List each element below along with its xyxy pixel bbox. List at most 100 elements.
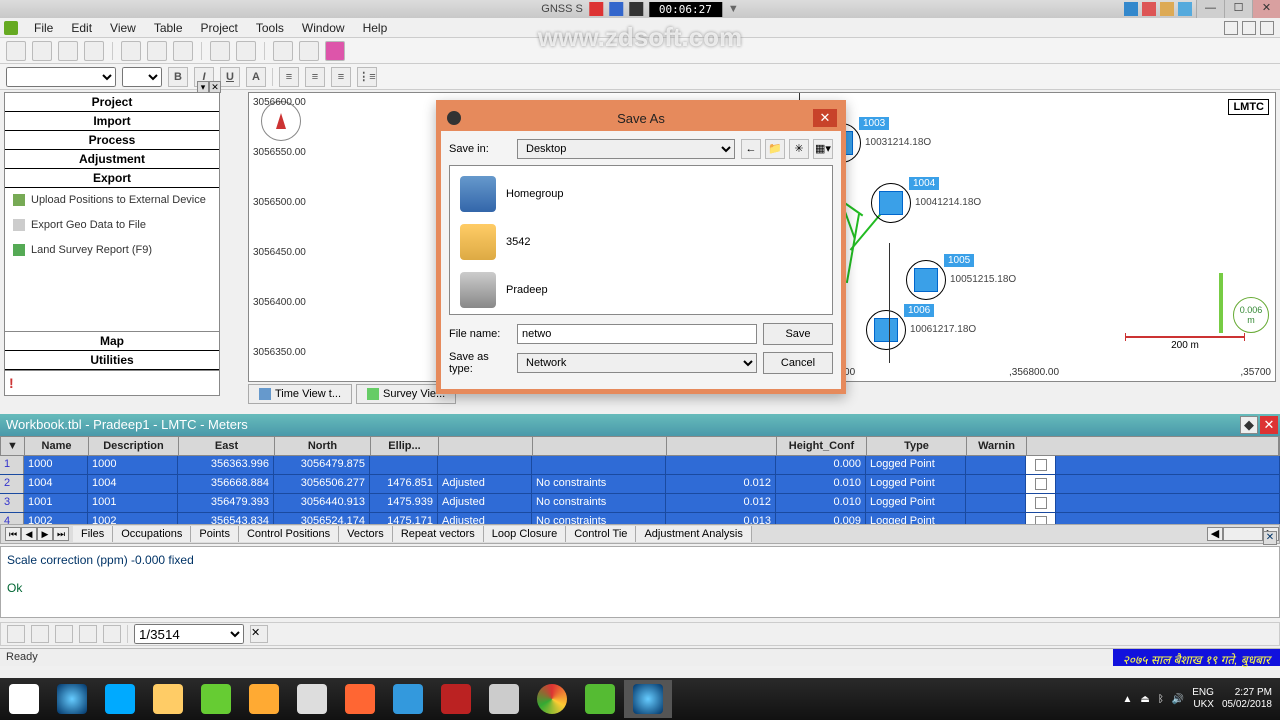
align-right-button[interactable]: ≡ [331, 67, 351, 87]
tray-bt-icon[interactable]: ᛒ [1158, 694, 1164, 705]
cut-button[interactable] [121, 41, 141, 61]
menu-window[interactable]: Window [294, 19, 353, 37]
bold-button[interactable]: B [168, 67, 188, 87]
sheet-tab[interactable]: Points [191, 526, 239, 542]
eraser-button[interactable] [325, 41, 345, 61]
sheet-tab[interactable]: Control Positions [239, 526, 339, 542]
taskbar-search[interactable] [48, 680, 96, 718]
tab-first-icon[interactable]: ⏮ [5, 527, 21, 541]
nav-up-icon[interactable]: 📁 [765, 139, 785, 159]
sidebar-pin-icon[interactable]: ▾ [197, 81, 209, 93]
pause-icon[interactable] [609, 2, 623, 16]
taskbar-app4[interactable] [384, 680, 432, 718]
table-row[interactable]: 110001000356363.9963056479.8750.000Logge… [0, 456, 1280, 475]
taskbar-uc[interactable] [336, 680, 384, 718]
taskbar-app6[interactable] [480, 680, 528, 718]
sidebar-close-icon[interactable]: ✕ [209, 81, 221, 93]
sidebar-item-report[interactable]: Land Survey Report (F9) [5, 238, 219, 263]
nav-back-icon[interactable]: ← [741, 139, 761, 159]
tray-vol-icon[interactable]: 🔊 [1172, 694, 1184, 705]
maximize-button[interactable]: ☐ [1224, 0, 1252, 18]
filename-input[interactable] [517, 324, 757, 344]
zoom-fit-button[interactable] [79, 625, 97, 643]
tray-up-icon[interactable]: ▲ [1122, 694, 1132, 705]
save-button[interactable] [58, 41, 78, 61]
save-button[interactable]: Save [763, 323, 833, 345]
camera-icon[interactable] [629, 2, 643, 16]
tab-last-icon[interactable]: ⏭ [53, 527, 69, 541]
nav-newfolder-icon[interactable]: ✳ [789, 139, 809, 159]
cancel-button[interactable]: Cancel [763, 352, 833, 374]
pan-button[interactable] [103, 625, 121, 643]
system-tray[interactable]: ▲ ⏏ ᛒ 🔊 ENGUKX 2:27 PM05/02/2018 [1122, 687, 1280, 711]
sheet-tab[interactable]: Loop Closure [484, 526, 566, 542]
node-1004[interactable]: 100410041214.18O [879, 191, 903, 215]
menu-edit[interactable]: Edit [63, 19, 100, 37]
list-item[interactable]: Homegroup [454, 170, 828, 218]
pointer-button[interactable] [7, 625, 25, 643]
list-button[interactable]: ⋮≡ [357, 67, 377, 87]
table-row[interactable]: 310011001356479.3933056440.9131475.939Ad… [0, 494, 1280, 513]
taskbar-explorer[interactable] [144, 680, 192, 718]
align-left-button[interactable]: ≡ [279, 67, 299, 87]
redo-button[interactable] [236, 41, 256, 61]
align-center-button[interactable]: ≡ [305, 67, 325, 87]
color-button[interactable]: A [246, 67, 266, 87]
sheet-tab[interactable]: Control Tie [566, 526, 636, 542]
underline-button[interactable]: U [220, 67, 240, 87]
file-list[interactable]: Homegroup 3542 Pradeep [449, 165, 833, 315]
tab-prev-icon[interactable]: ◀ [21, 527, 37, 541]
record-icon[interactable] [589, 2, 603, 16]
sheet-tab[interactable]: Files [73, 526, 113, 542]
zoom-clear-button[interactable]: ✕ [250, 625, 268, 643]
taskbar-active-app[interactable] [624, 680, 672, 718]
taskbar-app2[interactable] [240, 680, 288, 718]
new-button[interactable] [6, 41, 26, 61]
tool2-button[interactable] [299, 41, 319, 61]
sidebar-utilities[interactable]: Utilities [5, 351, 219, 370]
tab-next-icon[interactable]: ▶ [37, 527, 53, 541]
open-button[interactable] [32, 41, 52, 61]
list-item[interactable]: Pradeep [454, 266, 828, 314]
tab-time-view[interactable]: Time View t... [248, 384, 352, 404]
sidebar-map[interactable]: Map [5, 331, 219, 351]
minimize-button[interactable]: — [1196, 0, 1224, 18]
max-icon[interactable] [1242, 21, 1256, 35]
list-item[interactable]: 3542 [454, 218, 828, 266]
tray-usb-icon[interactable]: ⏏ [1140, 694, 1149, 705]
menu-view[interactable]: View [102, 19, 144, 37]
savein-select[interactable]: Desktop [517, 139, 735, 159]
sidebar-item-upload[interactable]: Upload Positions to External Device [5, 188, 219, 213]
dialog-titlebar[interactable]: Save As ✕ [441, 105, 841, 131]
size-select[interactable] [122, 67, 162, 87]
sheet-tab[interactable]: Repeat vectors [393, 526, 484, 542]
paste-button[interactable] [173, 41, 193, 61]
zoom-in-button[interactable] [31, 625, 49, 643]
saveall-button[interactable] [84, 41, 104, 61]
sidebar-project[interactable]: Project [5, 93, 219, 112]
font-select[interactable] [6, 67, 116, 87]
taskbar-app1[interactable] [192, 680, 240, 718]
taskbar-security[interactable] [96, 680, 144, 718]
sidebar-item-export-geo[interactable]: Export Geo Data to File [5, 213, 219, 238]
copy-button[interactable] [147, 41, 167, 61]
close-button[interactable]: ✕ [1252, 0, 1280, 18]
node-1006[interactable]: 100610061217.18O [874, 318, 898, 342]
nav-view-icon[interactable]: ▦▾ [813, 139, 833, 159]
menu-project[interactable]: Project [193, 19, 246, 37]
sidebar-import[interactable]: Import [5, 112, 219, 131]
sidebar-process[interactable]: Process [5, 131, 219, 150]
x-icon[interactable] [1260, 21, 1274, 35]
dialog-close-button[interactable]: ✕ [813, 109, 837, 127]
zoom-out-button[interactable] [55, 625, 73, 643]
restore-icon[interactable] [1224, 21, 1238, 35]
menu-file[interactable]: File [26, 19, 61, 37]
taskbar-app3[interactable] [288, 680, 336, 718]
list-item[interactable] [454, 314, 828, 315]
zoom-select[interactable]: 1/3514 [134, 624, 244, 644]
workbook-di-icon[interactable]: ◆ [1240, 416, 1258, 434]
taskbar-app7[interactable] [576, 680, 624, 718]
table-row[interactable]: 210041004356668.8843056506.2771476.851Ad… [0, 475, 1280, 494]
taskbar-chrome[interactable] [528, 680, 576, 718]
menu-tools[interactable]: Tools [248, 19, 292, 37]
